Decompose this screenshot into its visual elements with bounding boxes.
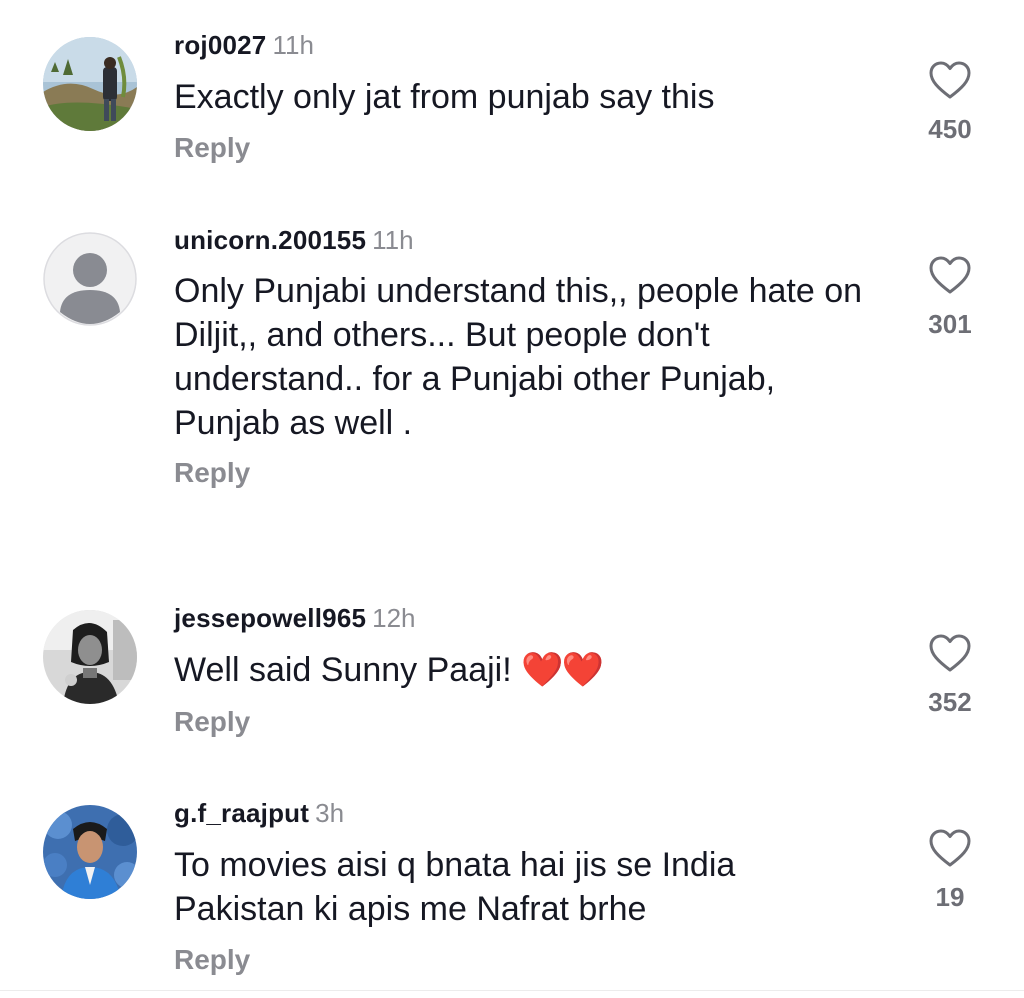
reply-button[interactable]: Reply bbox=[174, 132, 250, 164]
comment-meta: unicorn.200155 11h bbox=[174, 225, 414, 255]
like-button[interactable]: 19 bbox=[910, 828, 990, 912]
like-button[interactable]: 301 bbox=[910, 255, 990, 339]
username[interactable]: jessepowell965 bbox=[174, 603, 366, 633]
person-icon bbox=[43, 232, 137, 326]
comment-text: Well said Sunny Paaji! ❤️❤️ bbox=[174, 648, 874, 692]
timestamp: 3h bbox=[315, 798, 345, 828]
comment-text-body: Well said Sunny Paaji! bbox=[174, 651, 522, 689]
timestamp: 12h bbox=[372, 603, 416, 633]
like-button[interactable]: 352 bbox=[910, 633, 990, 717]
avatar[interactable] bbox=[43, 610, 137, 704]
heart-outline-icon[interactable] bbox=[928, 633, 972, 673]
like-count: 301 bbox=[928, 309, 972, 339]
comment-text: Exactly only jat from punjab say this bbox=[174, 78, 715, 116]
username[interactable]: unicorn.200155 bbox=[174, 225, 366, 255]
avatar-photo bbox=[43, 37, 137, 131]
avatar[interactable] bbox=[43, 805, 137, 899]
comment-text: Only Punjabi understand this,, people ha… bbox=[174, 272, 863, 442]
comment-meta: roj0027 11h bbox=[174, 30, 314, 60]
timestamp: 11h bbox=[372, 225, 414, 255]
avatar-photo bbox=[43, 610, 137, 704]
like-button[interactable]: 450 bbox=[910, 60, 990, 144]
reply-button[interactable]: Reply bbox=[174, 706, 250, 738]
username[interactable]: g.f_raajput bbox=[174, 798, 309, 828]
avatar[interactable] bbox=[43, 232, 137, 326]
comment-text: To movies aisi q bnata hai jis se India … bbox=[174, 846, 736, 928]
heart-outline-icon[interactable] bbox=[928, 828, 972, 868]
like-count: 19 bbox=[935, 882, 965, 912]
comment-meta: jessepowell965 12h bbox=[174, 603, 416, 633]
avatar-photo bbox=[43, 805, 137, 899]
username[interactable]: roj0027 bbox=[174, 30, 266, 60]
timestamp: 11h bbox=[272, 30, 314, 60]
heart-emoji: ❤️❤️ bbox=[521, 651, 604, 689]
heart-outline-icon[interactable] bbox=[928, 255, 972, 295]
reply-button[interactable]: Reply bbox=[174, 944, 250, 976]
heart-outline-icon[interactable] bbox=[928, 60, 972, 100]
divider bbox=[0, 990, 1024, 991]
like-count: 450 bbox=[928, 114, 972, 144]
like-count: 352 bbox=[928, 687, 972, 717]
reply-button[interactable]: Reply bbox=[174, 457, 250, 489]
comment-meta: g.f_raajput 3h bbox=[174, 798, 344, 828]
avatar[interactable] bbox=[43, 37, 137, 131]
